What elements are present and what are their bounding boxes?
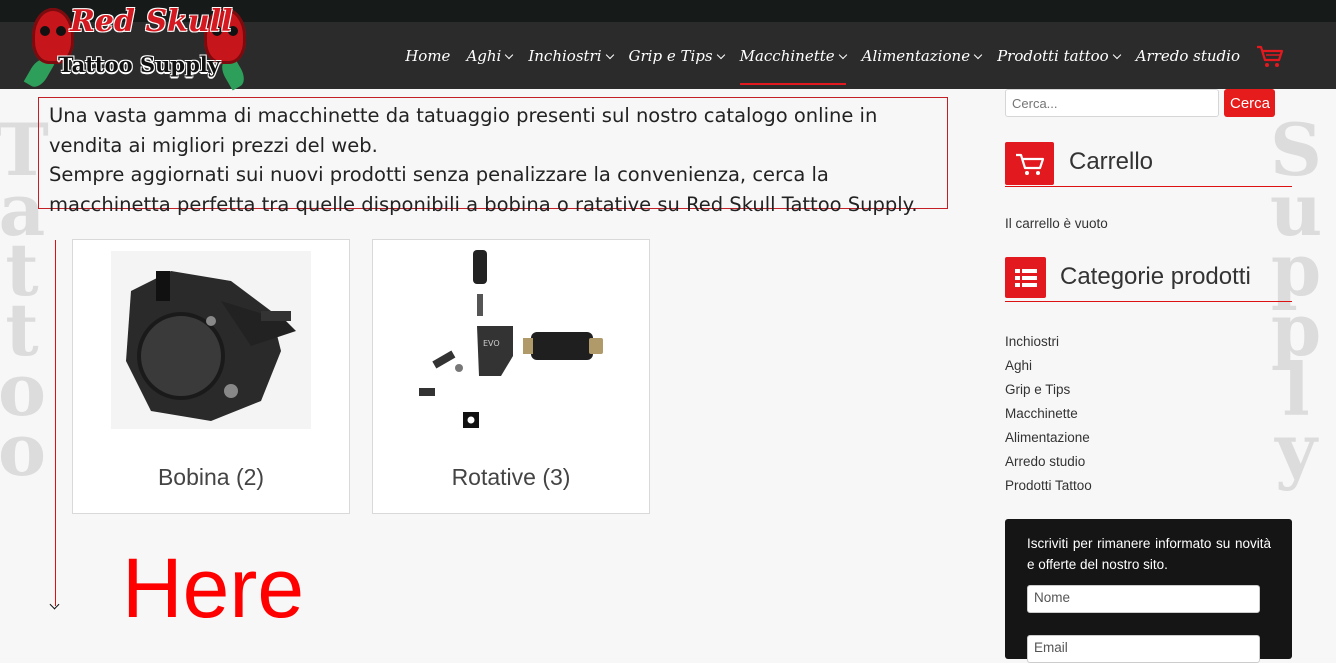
- description-paragraph: Sempre aggiornati sui nuovi prodotti sen…: [49, 163, 918, 216]
- nav-item-alimentazione[interactable]: Alimentazione: [861, 46, 983, 65]
- cart-widget-title: Carrello: [1069, 148, 1154, 175]
- chevron-down-icon: [973, 50, 983, 59]
- rotary-machine-image: EVO: [413, 246, 613, 434]
- nav-label: Arredo studio: [1135, 46, 1240, 65]
- cart-icon[interactable]: [1256, 44, 1284, 68]
- newsletter-widget: Iscriviti per rimanere informato su novi…: [1005, 519, 1292, 663]
- search-input[interactable]: [1005, 89, 1219, 117]
- category-card-bobina[interactable]: Bobina (2): [72, 239, 350, 514]
- newsletter-email-field[interactable]: Email: [1027, 635, 1260, 663]
- chevron-down-icon: [838, 50, 847, 59]
- chevron-down-icon: [605, 50, 614, 59]
- category-link-aghi[interactable]: Aghi: [1005, 357, 1092, 381]
- category-card-rotative[interactable]: EVO Rotative (3): [372, 239, 650, 514]
- category-link-macchinette[interactable]: Macchinette: [1005, 405, 1092, 429]
- newsletter-text: Iscriviti per rimanere informato su novi…: [1027, 536, 1271, 572]
- nav-label: Home: [405, 46, 451, 65]
- category-card-label: Bobina (2): [157, 464, 265, 490]
- nav-label: Aghi: [466, 46, 502, 65]
- nav-item-macchinette[interactable]: Macchinette: [739, 46, 847, 85]
- annotation-arrow-icon: [49, 599, 60, 610]
- site-logo[interactable]: Red Skull Tattoo Supply: [23, 0, 249, 91]
- logo-text-bottom: Tattoo Supply: [58, 52, 220, 77]
- annotation-line: [55, 240, 56, 606]
- nav-label: Prodotti tattoo: [997, 46, 1109, 65]
- categories-widget-title: Categorie prodotti: [1060, 263, 1251, 290]
- nav-item-grip-tips[interactable]: Grip e Tips: [628, 46, 725, 65]
- nav-label: Inchiostri: [528, 46, 602, 65]
- annotation-text: Here: [122, 541, 305, 635]
- category-link-alimentazione[interactable]: Alimentazione: [1005, 429, 1092, 453]
- list-icon: [1005, 257, 1046, 298]
- nav-label: Alimentazione: [861, 46, 971, 65]
- category-link-prodotti-tattoo[interactable]: Prodotti Tattoo: [1005, 477, 1092, 501]
- category-link-inchiostri[interactable]: Inchiostri: [1005, 333, 1092, 357]
- cart-icon: [1005, 142, 1054, 185]
- chevron-down-icon: [505, 50, 514, 59]
- category-card-label: Rotative (3): [451, 464, 571, 490]
- categories-widget-header: Categorie prodotti: [1005, 257, 1292, 302]
- nav-item-home[interactable]: Home: [405, 47, 450, 65]
- nav-item-inchiostri[interactable]: Inchiostri: [528, 46, 614, 65]
- nav-label: Macchinette: [739, 46, 835, 65]
- main-nav: Home Aghi Inchiostri Grip e Tips Macchin…: [405, 22, 1336, 89]
- nav-item-aghi[interactable]: Aghi: [466, 46, 514, 65]
- logo-text-top: Red Skull: [70, 4, 233, 39]
- category-description: Una vasta gamma di macchinette da tatuag…: [38, 97, 948, 216]
- svg-text:EVO: EVO: [483, 339, 500, 348]
- newsletter-name-field[interactable]: Nome: [1027, 585, 1260, 613]
- description-paragraph: Una vasta gamma di macchinette da tatuag…: [49, 104, 878, 157]
- nav-item-prodotti-tattoo[interactable]: Prodotti tattoo: [997, 46, 1121, 65]
- cart-empty-text: Il carrello è vuoto: [1005, 216, 1108, 231]
- nav-item-arredo-studio[interactable]: Arredo studio: [1136, 47, 1240, 65]
- category-link-arredo-studio[interactable]: Arredo studio: [1005, 453, 1092, 477]
- categories-list: Inchiostri Aghi Grip e Tips Macchinette …: [1005, 333, 1092, 501]
- cart-widget-header: Carrello: [1005, 142, 1292, 187]
- category-link-grip-tips[interactable]: Grip e Tips: [1005, 381, 1092, 405]
- chevron-down-icon: [716, 50, 725, 59]
- coil-machine-image: [111, 251, 311, 429]
- search-button[interactable]: Cerca: [1224, 89, 1275, 117]
- nav-label: Grip e Tips: [628, 46, 713, 65]
- chevron-down-icon: [1112, 50, 1121, 59]
